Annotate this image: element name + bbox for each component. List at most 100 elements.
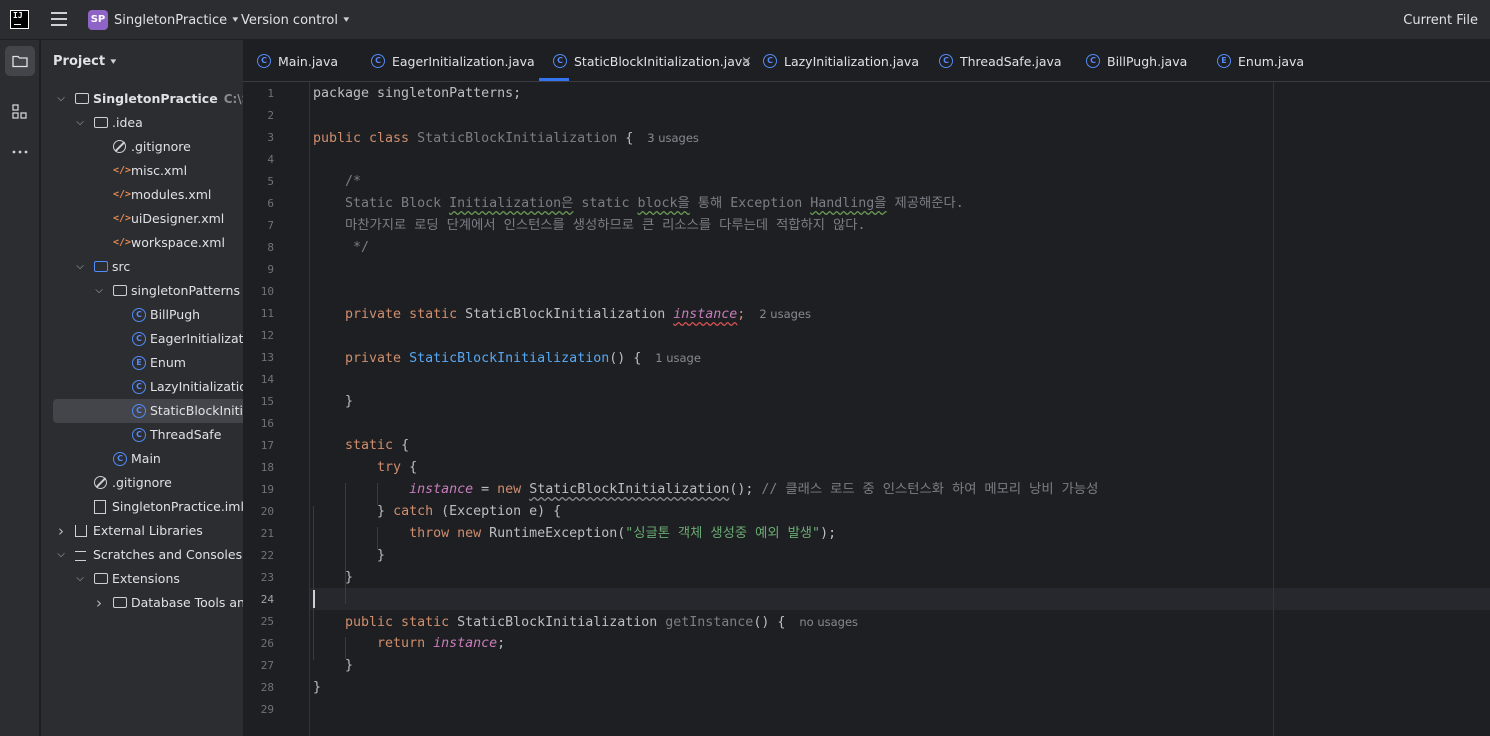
tree-item[interactable]: ⌵ singletonPatterns [41,279,243,303]
code-token: private [313,351,410,366]
line-number: 22 [260,549,274,562]
tree-item[interactable]: E Enum [41,351,243,375]
chevron-down-icon[interactable]: ⌵ [55,543,67,567]
code-token: Handling을 [810,196,887,211]
code-token: instance [409,482,474,497]
tree-item-label: StaticBlockInitializ [150,403,243,418]
tree-item-label: BillPugh [150,307,201,322]
tree-item[interactable]: C LazyInitialization [41,375,243,399]
code-token: { [401,438,410,453]
line-number-gutter[interactable]: 1 2 3 4 5 6 7 8 9 10 11 12 13 14 15 16 17 18 19 20 21 22 23 24 2… [243,82,310,736]
line-number: 20 [260,505,274,518]
chevron-right-icon[interactable]: › [55,519,67,543]
line-number: 18 [260,461,274,474]
tree-item[interactable]: C Main [41,447,243,471]
tree-item-label: ThreadSafe [150,427,222,442]
tree-item[interactable]: </> workspace.xml [41,231,243,255]
folder-icon [94,117,108,128]
main-menu-icon[interactable] [51,12,67,26]
structure-icon [12,104,27,119]
more-tools-button[interactable] [5,137,35,167]
chevron-down-icon[interactable]: ⌵ [55,87,67,111]
xml-file-icon: </> [113,165,132,176]
project-view-selector[interactable]: Project ▾ [53,54,116,69]
tree-item[interactable]: </> modules.xml [41,183,243,207]
main-class-icon: C [113,452,127,466]
tree-item[interactable]: C StaticBlockInitializ [53,399,243,423]
code-line: throw new RuntimeException("싱글톤 객체 생성중 예… [313,523,836,545]
line-number: 14 [260,373,274,386]
structure-tool-button[interactable] [5,97,35,127]
code-token: (Exception e) { [441,504,562,519]
line-number: 29 [260,703,274,716]
line-number: 24 [260,593,274,606]
line-number: 7 [267,219,274,232]
line-number: 5 [267,175,274,188]
tree-item[interactable]: </> uiDesigner.xml [41,207,243,231]
usage-hint[interactable]: 3 usages [647,131,699,145]
code-token: instance [673,307,738,322]
tree-item[interactable]: ⌵ SingletonPracticeC:\Sing [41,87,243,111]
tree-item[interactable]: ⌵ src [41,255,243,279]
code-line: */ [313,237,369,259]
tree-item-label: src [112,259,131,274]
tree-item[interactable]: C EagerInitialization [41,327,243,351]
code-token: ; [737,307,746,322]
tree-item[interactable]: ⌵ Extensions [41,567,243,591]
project-tool-button[interactable] [5,46,35,76]
code-token: ; [497,636,506,651]
code-token: StaticBlockInitialization [457,615,666,630]
tree-item-label: workspace.xml [131,235,225,250]
tree-item[interactable]: › Database Tools and S [41,591,243,615]
code-line: } [313,391,353,413]
code-token: package singletonPatterns; [313,86,522,101]
tree-item[interactable]: ⌵ Scratches and Consoles [41,543,243,567]
code-line: public static StaticBlockInitialization … [313,611,858,633]
package-icon [113,285,127,296]
chevron-down-icon[interactable]: ⌵ [74,111,86,135]
chevron-right-icon[interactable]: › [93,591,105,615]
code-token: static [313,438,402,453]
code-editor[interactable]: 1 2 3 4 5 6 7 8 9 10 11 12 13 14 15 16 17 18 19 20 21 22 23 24 2… [243,82,1490,736]
tree-item-label: EagerInitialization [150,331,243,346]
chevron-down-icon[interactable]: ⌵ [74,567,86,591]
code-token: block을 [637,196,690,211]
text-caret [313,590,315,608]
tree-item-label: Database Tools and S [131,595,243,610]
chevron-down-icon[interactable]: ⌵ [93,279,105,303]
tree-item[interactable]: C ThreadSafe [41,423,243,447]
intellij-logo-icon[interactable]: IJ [10,10,29,29]
usage-hint[interactable]: 1 usage [655,351,701,365]
vcs-widget[interactable]: Version control ▾ [241,10,349,30]
code-token: public static [313,615,458,630]
run-configuration-selector[interactable]: Current File [1403,10,1478,30]
tree-item-label: External Libraries [93,523,203,538]
folder-icon [113,597,127,608]
tree-item[interactable]: C BillPugh [41,303,243,327]
tree-item[interactable]: SingletonPractice.iml [41,495,243,519]
usage-hint[interactable]: no usages [799,615,858,629]
tree-item-label: .gitignore [112,475,172,490]
class-icon: C [1086,54,1100,68]
tree-item[interactable]: .gitignore [41,135,243,159]
tree-item[interactable]: </> misc.xml [41,159,243,183]
tree-item-label: Enum [150,355,186,370]
usage-hint[interactable]: 2 usages [759,307,811,321]
tree-item[interactable]: ⌵ .idea [41,111,243,135]
code-token: static [573,196,638,211]
close-icon[interactable]: × [741,40,752,84]
code-line: } [313,677,321,699]
tree-item-label: LazyInitialization [150,379,243,394]
folder-icon [12,55,28,68]
project-switcher[interactable]: SP SingletonPractice ▾ [88,10,238,30]
code-line: } [313,655,353,677]
code-line: } [313,567,353,589]
tree-item[interactable]: › External Libraries [41,519,243,543]
code-token: } [313,394,354,409]
tree-item[interactable]: .gitignore [41,471,243,495]
class-icon: C [553,54,567,68]
code-token: 제공해준다. [886,196,964,211]
current-line-highlight [310,588,1490,610]
chevron-down-icon[interactable]: ⌵ [74,255,86,279]
tree-item-label: .gitignore [131,139,191,154]
